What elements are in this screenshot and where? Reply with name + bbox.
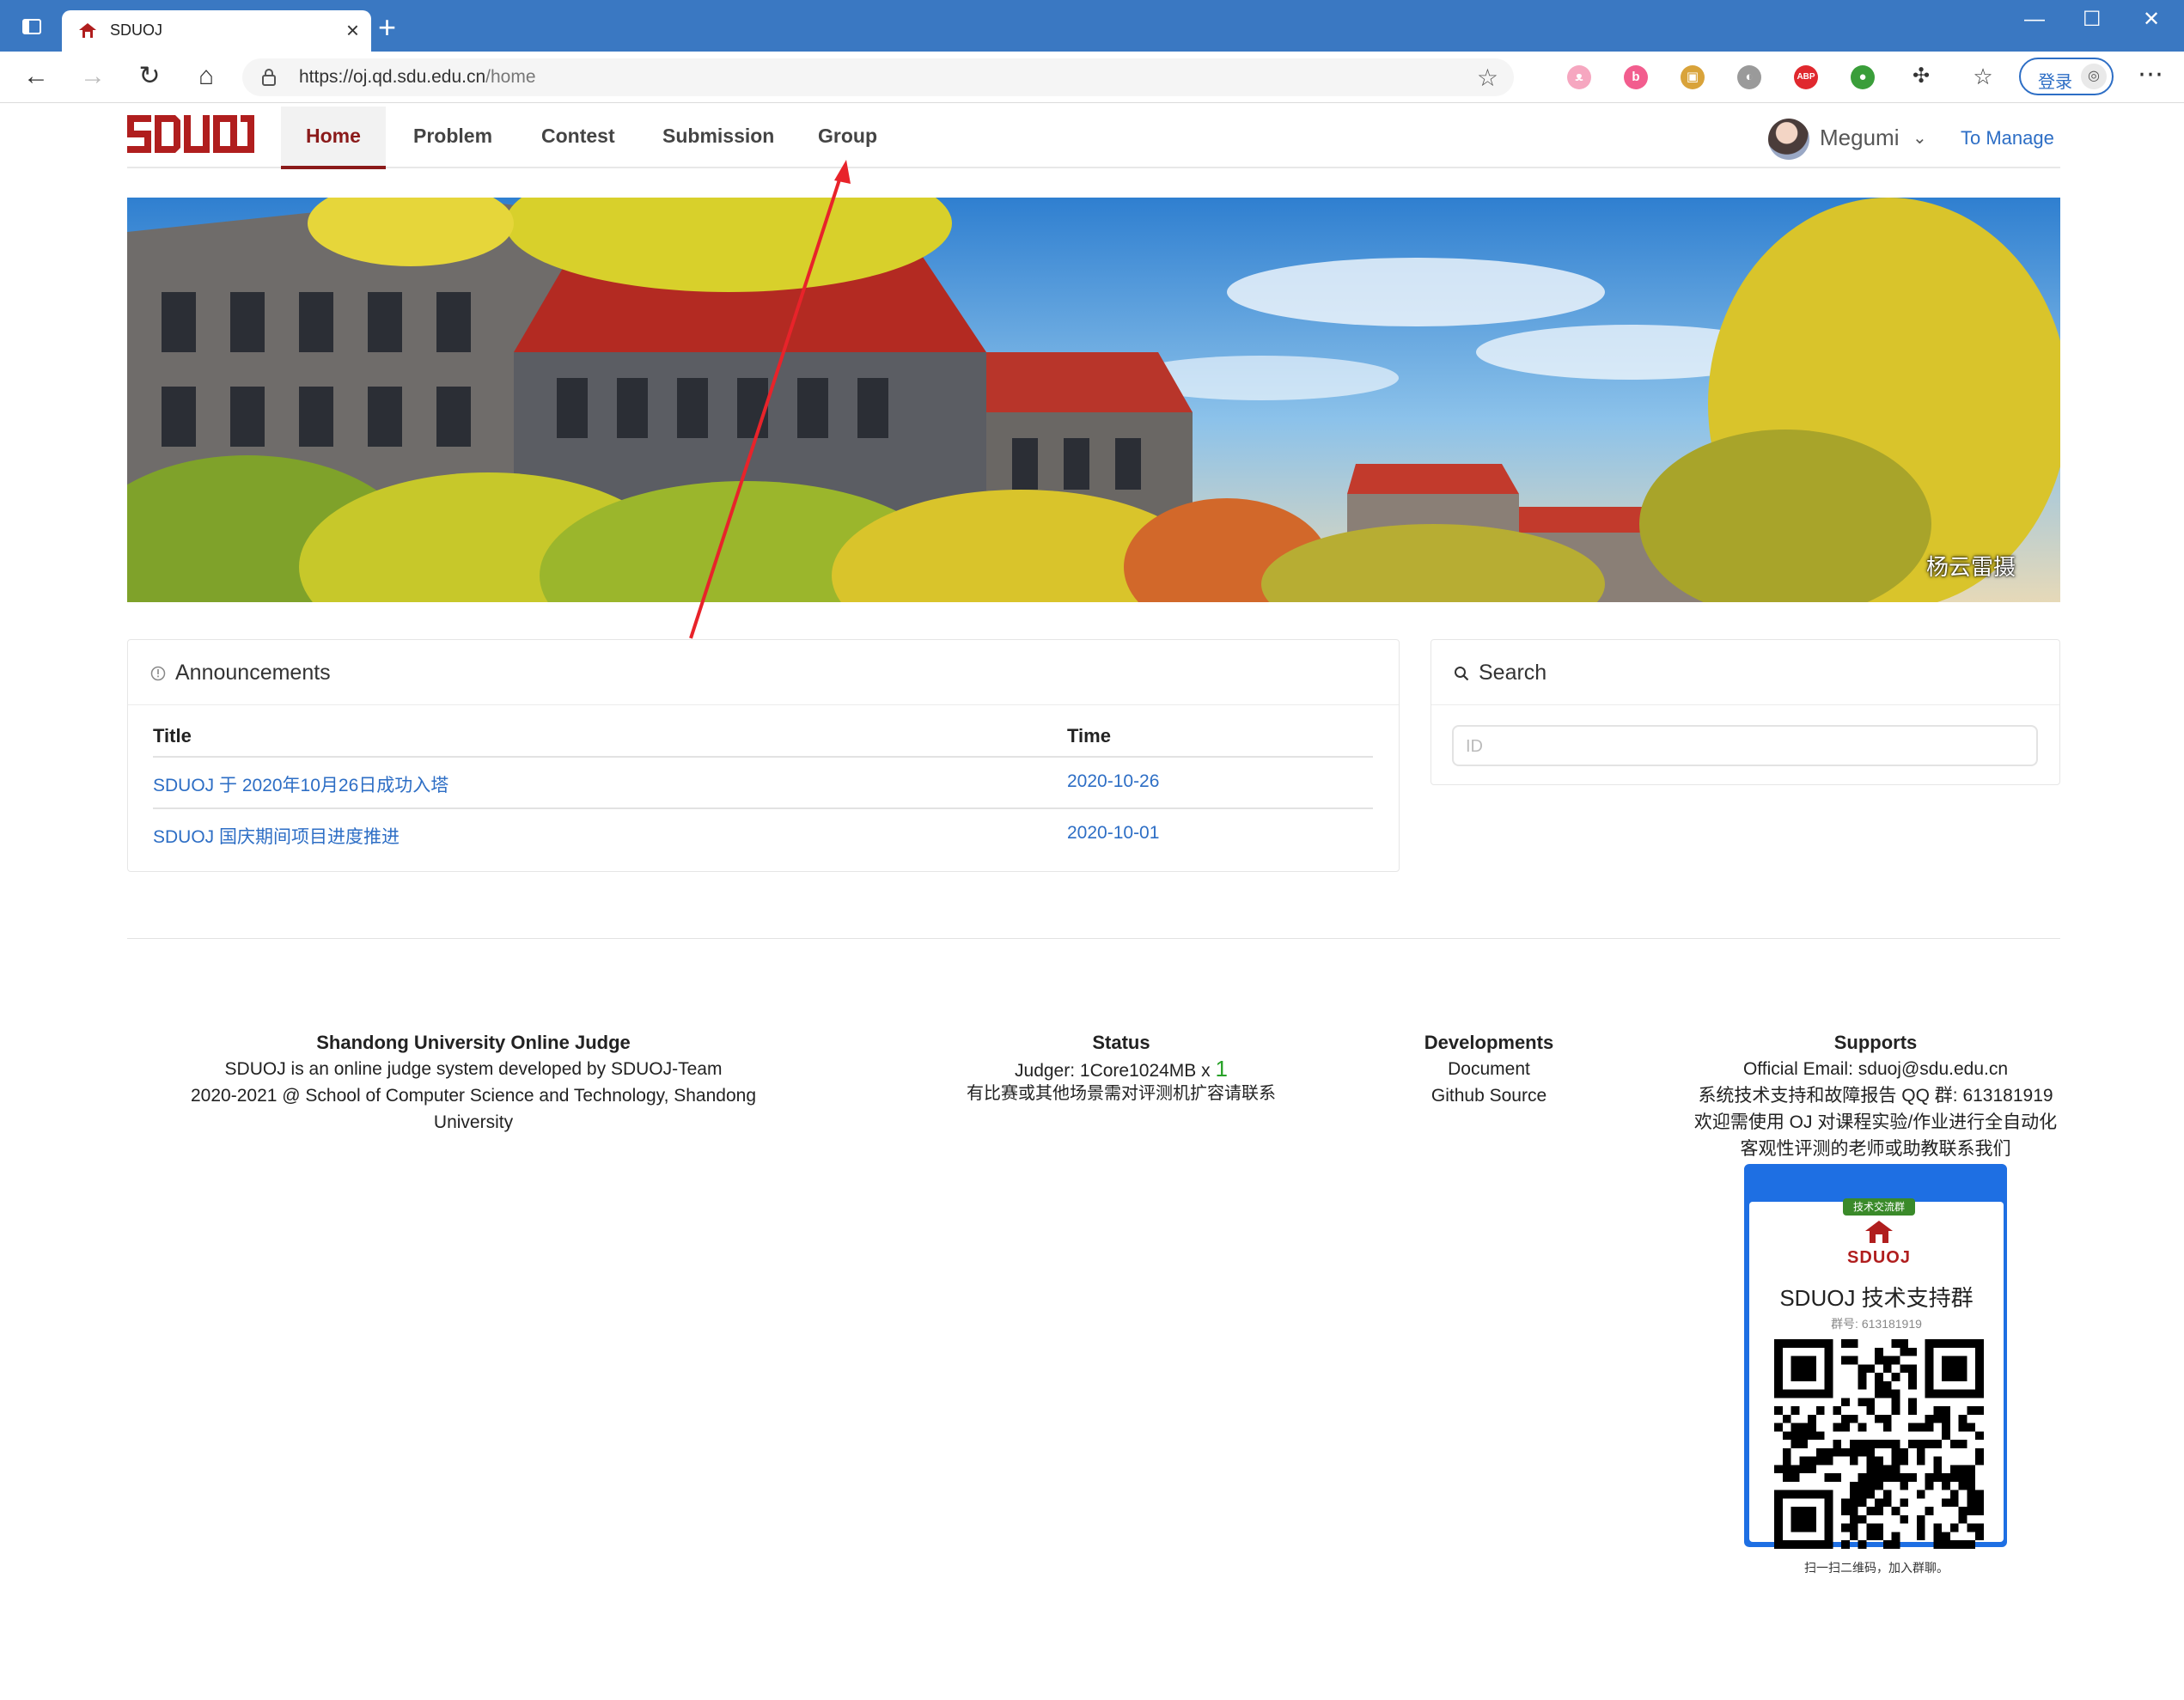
favorites-icon[interactable]: ☆ [1966, 62, 2000, 93]
login-label: 登录 [2038, 73, 2072, 92]
cat-extension-icon[interactable]: ᴥ [1567, 65, 1591, 89]
url-path: /home [485, 67, 536, 87]
url-domain: https://oj.qd.sdu.edu.cn [299, 67, 486, 87]
extensions-puzzle-icon[interactable]: ✣ [1904, 62, 1938, 93]
adblock-extension-icon[interactable]: ABP [1794, 65, 1818, 89]
maximize-icon[interactable]: ☐ [2083, 7, 2102, 33]
announcement-time[interactable]: 2020-10-01 [1067, 823, 1159, 844]
address-bar[interactable]: https://oj.qd.sdu.edu.cn/home ☆ [242, 58, 1514, 96]
footer-about: Shandong University Online Judge SDUOJ i… [144, 1029, 802, 1136]
footer-status-heading: Status [1092, 1032, 1150, 1053]
footer-about-line1: SDUOJ is an online judge system develope… [224, 1059, 723, 1079]
chevron-down-icon[interactable]: ⌄ [1913, 127, 1927, 149]
navbar-divider [127, 167, 2060, 168]
column-header-title: Title [153, 725, 192, 746]
footer-dev-heading: Developments [1424, 1032, 1554, 1053]
column-header-time: Time [1067, 725, 1111, 746]
home-icon[interactable]: ⌂ [189, 62, 223, 93]
campus-photo [127, 198, 2060, 602]
banner-credit: 杨云雷摄 [1925, 554, 2016, 580]
judger-count: 1 [1215, 1056, 1228, 1082]
footer-about-line3: University [433, 1112, 514, 1132]
table-header-divider [153, 756, 1373, 758]
support-qq: 系统技术支持和故障报告 QQ 群: 613181919 [1698, 1086, 2053, 1106]
more-menu-icon[interactable]: ⋯ [2138, 62, 2163, 88]
banner-image: 杨云雷摄 [127, 198, 2060, 602]
grey-extension-icon[interactable]: ◐ [1737, 65, 1761, 89]
login-button[interactable]: 登录 ◎ [2019, 58, 2114, 95]
info-circle-icon [150, 666, 166, 681]
user-name[interactable]: Megumi [1820, 125, 1899, 151]
browser-toolbar: ← → ↻ ⌂ https://oj.qd.sdu.edu.cn/home ☆ … [0, 52, 2184, 103]
qr-logo-text: SDUOJ [1847, 1248, 1911, 1267]
support-email: Official Email: sduoj@sdu.edu.cn [1742, 1059, 2009, 1079]
search-icon [1455, 667, 1469, 681]
nav-contest[interactable]: Contest [541, 125, 615, 148]
support-line4: 客观性评测的老师或助教联系我们 [1740, 1139, 2011, 1159]
announcement-title-link[interactable]: SDUOJ 于 2020年10月26日成功入塔 [153, 771, 448, 797]
browser-tab[interactable]: SDUOJ × [62, 10, 371, 52]
announcements-title: Announcements [175, 661, 331, 685]
qr-title: SDUOJ 技术支持群 [1779, 1285, 1974, 1311]
browser-titlebar: SDUOJ × + — ☐ ✕ [0, 0, 2184, 52]
judger-label: Judger: 1Core1024MB x [1015, 1061, 1211, 1081]
qr-logo-banner: 技术交流群 [1843, 1198, 1915, 1216]
qr-group-logo: 技术交流群 SDUOJ [1838, 1198, 1920, 1270]
footer-divider [127, 938, 2060, 939]
announcements-header: Announcements [128, 640, 1399, 705]
to-manage-link[interactable]: To Manage [1961, 127, 2054, 149]
minimize-icon[interactable]: — [2024, 7, 2045, 33]
qr-card-body: 技术交流群 SDUOJ SDUOJ 技术支持群 群号: 613181919 扫一… [1749, 1198, 2004, 1575]
sduoj-logo[interactable] [127, 115, 254, 153]
document-link[interactable]: Document [1375, 1056, 1603, 1082]
support-line3: 欢迎需使用 OJ 对课程实验/作业进行全自动化 [1693, 1112, 2058, 1132]
qr-group-number: 群号: 613181919 [1831, 1317, 1922, 1331]
tab-title: SDUOJ [110, 21, 163, 39]
search-id-input[interactable]: ID [1452, 725, 2038, 766]
user-avatar[interactable] [1768, 119, 1809, 160]
back-icon[interactable]: ← [19, 62, 53, 93]
refresh-icon[interactable]: ↻ [132, 62, 167, 93]
footer-supports-heading: Supports [1833, 1032, 1918, 1053]
lock-icon [262, 69, 276, 86]
new-tab-button[interactable]: + [378, 12, 396, 43]
globe-extension-icon[interactable]: ● [1851, 65, 1875, 89]
nav-active-indicator [281, 166, 386, 169]
search-header: Search [1431, 640, 2059, 705]
sduoj-emblem-icon [1865, 1221, 1893, 1243]
favorite-star-icon[interactable]: ☆ [1477, 64, 1498, 92]
nav-home[interactable]: Home [306, 125, 361, 148]
table-row-divider [153, 807, 1373, 809]
url-text[interactable]: https://oj.qd.sdu.edu.cn/home [299, 67, 536, 88]
footer-supports: Supports Official Email: sduoj@sdu.edu.c… [1667, 1029, 2084, 1162]
nav-problem[interactable]: Problem [413, 125, 492, 148]
tab-actions-icon[interactable] [17, 15, 46, 41]
sduoj-favicon-icon [79, 23, 96, 38]
nav-group[interactable]: Group [818, 125, 877, 148]
qr-footer-text: 扫一扫二维码，加入群聊。 [1804, 1561, 1949, 1575]
search-title: Search [1479, 661, 1547, 685]
footer-status: Status Judger: 1Core1024MB x 1 有比赛或其他场景需… [928, 1029, 1315, 1107]
bilibili-extension-icon[interactable]: b [1624, 65, 1648, 89]
qq-group-qr-card: 技术交流群 SDUOJ SDUOJ 技术支持群 群号: 613181919 扫一… [1744, 1164, 2007, 1575]
footer-about-heading: Shandong University Online Judge [316, 1032, 631, 1053]
search-placeholder: ID [1466, 737, 1483, 756]
announcement-title-link[interactable]: SDUOJ 国庆期间项目进度推进 [153, 823, 400, 849]
footer-developments: Developments Document Github Source [1375, 1029, 1603, 1109]
github-source-link[interactable]: Github Source [1375, 1082, 1603, 1109]
close-tab-icon[interactable]: × [346, 17, 359, 43]
forward-icon[interactable]: → [76, 62, 110, 93]
announcement-time[interactable]: 2020-10-26 [1067, 771, 1159, 792]
image-extension-icon[interactable]: ▣ [1681, 65, 1705, 89]
qr-code-image [1774, 1339, 1984, 1549]
footer-about-line2: 2020-2021 @ School of Computer Science a… [191, 1086, 756, 1106]
nav-submission[interactable]: Submission [662, 125, 774, 148]
close-window-icon[interactable]: ✕ [2143, 7, 2160, 33]
profile-icon: ◎ [2081, 64, 2107, 89]
footer-status-note: 有比赛或其他场景需对评测机扩容请联系 [967, 1084, 1276, 1103]
